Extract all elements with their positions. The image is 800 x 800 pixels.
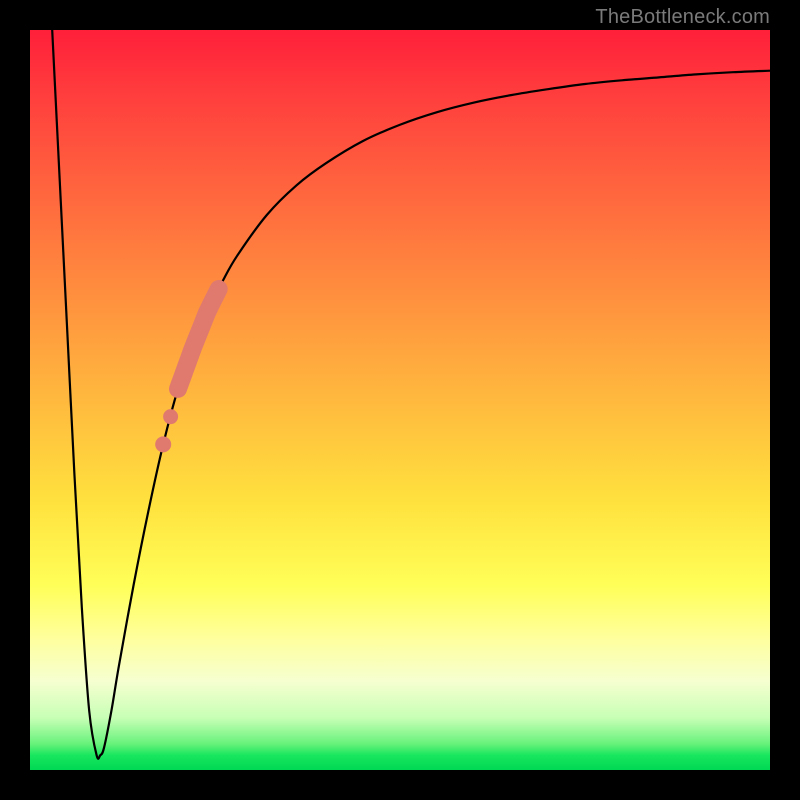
plot-area [30, 30, 770, 770]
highlight-segment [178, 289, 219, 389]
curve-svg [30, 30, 770, 770]
highlight-dot [155, 436, 171, 452]
chart-frame: TheBottleneck.com [0, 0, 800, 800]
highlight-dot [171, 382, 185, 396]
bottleneck-curve [52, 30, 770, 759]
highlight-dot [163, 409, 178, 424]
attribution-label: TheBottleneck.com [595, 6, 770, 29]
